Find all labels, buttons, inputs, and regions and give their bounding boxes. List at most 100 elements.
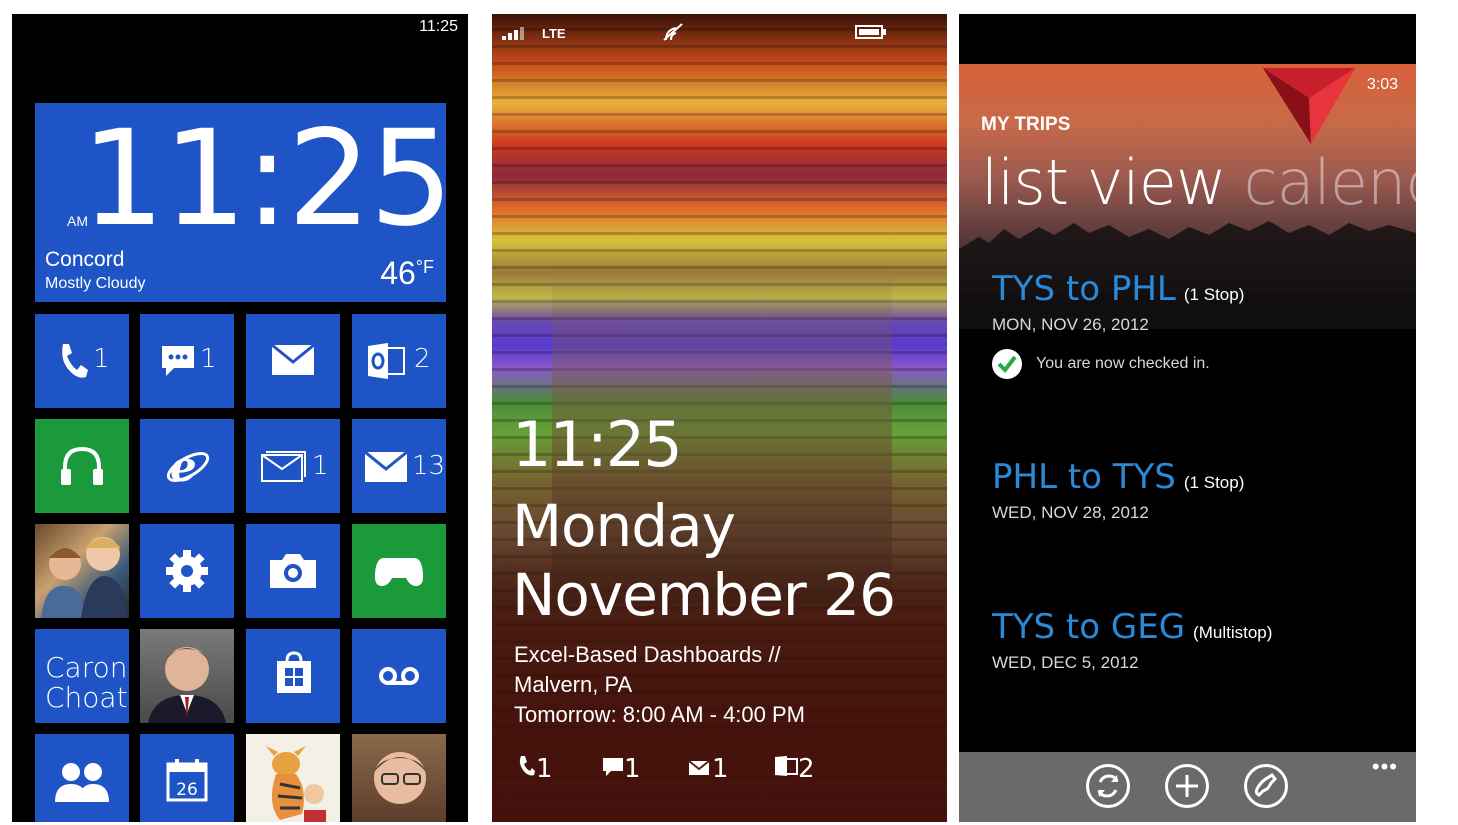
outlook-tile[interactable]: 2 — [352, 314, 446, 408]
gear-icon — [166, 550, 208, 592]
store-tile[interactable] — [246, 629, 340, 723]
people-tile[interactable] — [35, 734, 129, 822]
start-screen-phone: 11:25 11:25 AM Concord Mostly Cloudy 46°… — [12, 14, 468, 822]
message-icon — [603, 758, 623, 776]
mail3-tile[interactable]: 13 — [352, 419, 446, 513]
notif-messages: 1 — [602, 754, 641, 784]
notif-phone-count: 1 — [536, 754, 553, 784]
people-photo-tile[interactable] — [35, 524, 129, 618]
phone-count: 1 — [93, 344, 110, 374]
man-portrait — [374, 752, 426, 804]
game-controller-icon — [374, 558, 424, 586]
notif-phone: 1 — [518, 754, 553, 784]
trip-date: WED, NOV 28, 2012 — [992, 503, 1149, 522]
lock-date: November 26 — [512, 561, 896, 629]
trip-date: WED, DEC 5, 2012 — [992, 653, 1139, 672]
clock-weather-tile[interactable]: 11:25 AM Concord Mostly Cloudy 46°F — [35, 103, 446, 302]
contact2-photo-tile[interactable] — [352, 734, 446, 822]
trip-stops: (1 Stop) — [1183, 285, 1245, 304]
outlook-count: 2 — [414, 344, 431, 374]
refresh-icon — [1097, 774, 1119, 798]
mail2-count: 1 — [312, 451, 329, 481]
contact-name: Caron Choate — [45, 651, 129, 714]
network-type: LTE — [542, 26, 566, 41]
weather-temp: 46°F — [380, 255, 434, 292]
status-time: 11:25 — [419, 18, 458, 35]
notif-outlook-count: 2 — [798, 754, 815, 784]
mail-tile[interactable] — [246, 314, 340, 408]
music-tile[interactable] — [35, 419, 129, 513]
phone-icon — [1254, 772, 1277, 797]
pivot-calendar[interactable]: calend — [1244, 146, 1416, 219]
trip-route: PHL to TYS — [992, 457, 1176, 497]
phone-icon — [519, 756, 535, 776]
calendar-day: 26 — [176, 780, 198, 800]
add-button[interactable] — [1165, 764, 1209, 808]
checkin-text: You are now checked in. — [1036, 355, 1210, 372]
trip-item[interactable]: TYS to PHL (1 Stop) MON, NOV 26, 2012 You… — [992, 269, 1244, 379]
app-bar: ••• — [959, 752, 1416, 822]
lock-screen-phone: LTE 11:25 Monday November 26 Excel-Based… — [492, 14, 947, 822]
refresh-button[interactable] — [1086, 764, 1130, 808]
contact-tile[interactable]: Caron Choate — [35, 629, 129, 723]
trip-route: TYS to GEG — [992, 607, 1186, 647]
xbox-games-tile[interactable] — [352, 524, 446, 618]
headphones-icon — [61, 446, 103, 485]
trip-stops: (Multistop) — [1193, 623, 1273, 642]
messaging-icon — [162, 346, 194, 376]
mail2-tile[interactable]: 1 — [246, 419, 340, 513]
weather-condition: Mostly Cloudy — [45, 275, 146, 292]
notif-outlook: 2 — [774, 754, 815, 784]
camera-icon — [270, 554, 316, 588]
voicemail-icon — [379, 667, 419, 685]
messaging-count: 1 — [200, 344, 217, 374]
plus-icon — [1176, 775, 1198, 797]
voicemail-tile[interactable] — [352, 629, 446, 723]
weather-city: Concord — [45, 248, 125, 271]
calendar-tile[interactable]: 26 — [140, 734, 234, 822]
outlook-icon — [368, 343, 405, 379]
temp-unit: °F — [415, 257, 434, 277]
delta-app-phone: 3:03 MY TRIPS list viewcalend TYS to PHL… — [959, 14, 1416, 822]
notif-messages-count: 1 — [624, 754, 641, 784]
section-title: MY TRIPS — [981, 114, 1071, 135]
pivot-header: list viewcalend — [981, 146, 1416, 219]
children-photo — [41, 537, 127, 618]
call-button[interactable] — [1244, 764, 1288, 808]
mail-icon — [271, 344, 315, 375]
mail3-count: 13 — [412, 451, 446, 481]
more-menu[interactable]: ••• — [1372, 754, 1398, 780]
signal-icon — [502, 27, 524, 40]
people-icon — [55, 763, 109, 802]
internet-explorer-tile[interactable]: e — [140, 419, 234, 513]
calendar-icon: 26 — [166, 759, 208, 802]
contact-photo-tile[interactable] — [140, 629, 234, 723]
mail-icon — [688, 760, 710, 775]
phone-tile[interactable]: 1 — [35, 314, 129, 408]
trip-item[interactable]: TYS to GEG (Multistop) WED, DEC 5, 2012 — [992, 607, 1272, 673]
camera-tile[interactable] — [246, 524, 340, 618]
event-title: Excel-Based Dashboards // — [514, 642, 781, 667]
cartoon-image — [266, 746, 326, 822]
trip-item[interactable]: PHL to TYS (1 Stop) WED, NOV 28, 2012 — [992, 457, 1244, 523]
checkmark-icon — [992, 349, 1022, 379]
checkin-status: You are now checked in. — [992, 349, 1244, 379]
event-time: Tomorrow: 8:00 AM - 4:00 PM — [514, 702, 805, 727]
cartoon-photo-tile[interactable] — [246, 734, 340, 822]
mail-stack-icon — [261, 451, 306, 482]
lock-day: Monday — [512, 492, 736, 560]
status-time: 3:03 — [1366, 76, 1398, 93]
settings-tile[interactable] — [140, 524, 234, 618]
trip-stops: (1 Stop) — [1183, 473, 1245, 492]
store-bag-icon — [277, 651, 311, 693]
temp-value: 46 — [380, 255, 416, 291]
clock-ampm: AM — [67, 213, 88, 229]
battery-icon — [855, 25, 886, 39]
lock-time: 11:25 — [512, 408, 683, 481]
outlook-icon — [775, 756, 798, 776]
delta-logo — [1263, 68, 1355, 144]
trip-route: TYS to PHL — [992, 269, 1176, 309]
messaging-tile[interactable]: 1 — [140, 314, 234, 408]
man-portrait — [148, 647, 226, 723]
pivot-list-view[interactable]: list view — [981, 146, 1227, 219]
